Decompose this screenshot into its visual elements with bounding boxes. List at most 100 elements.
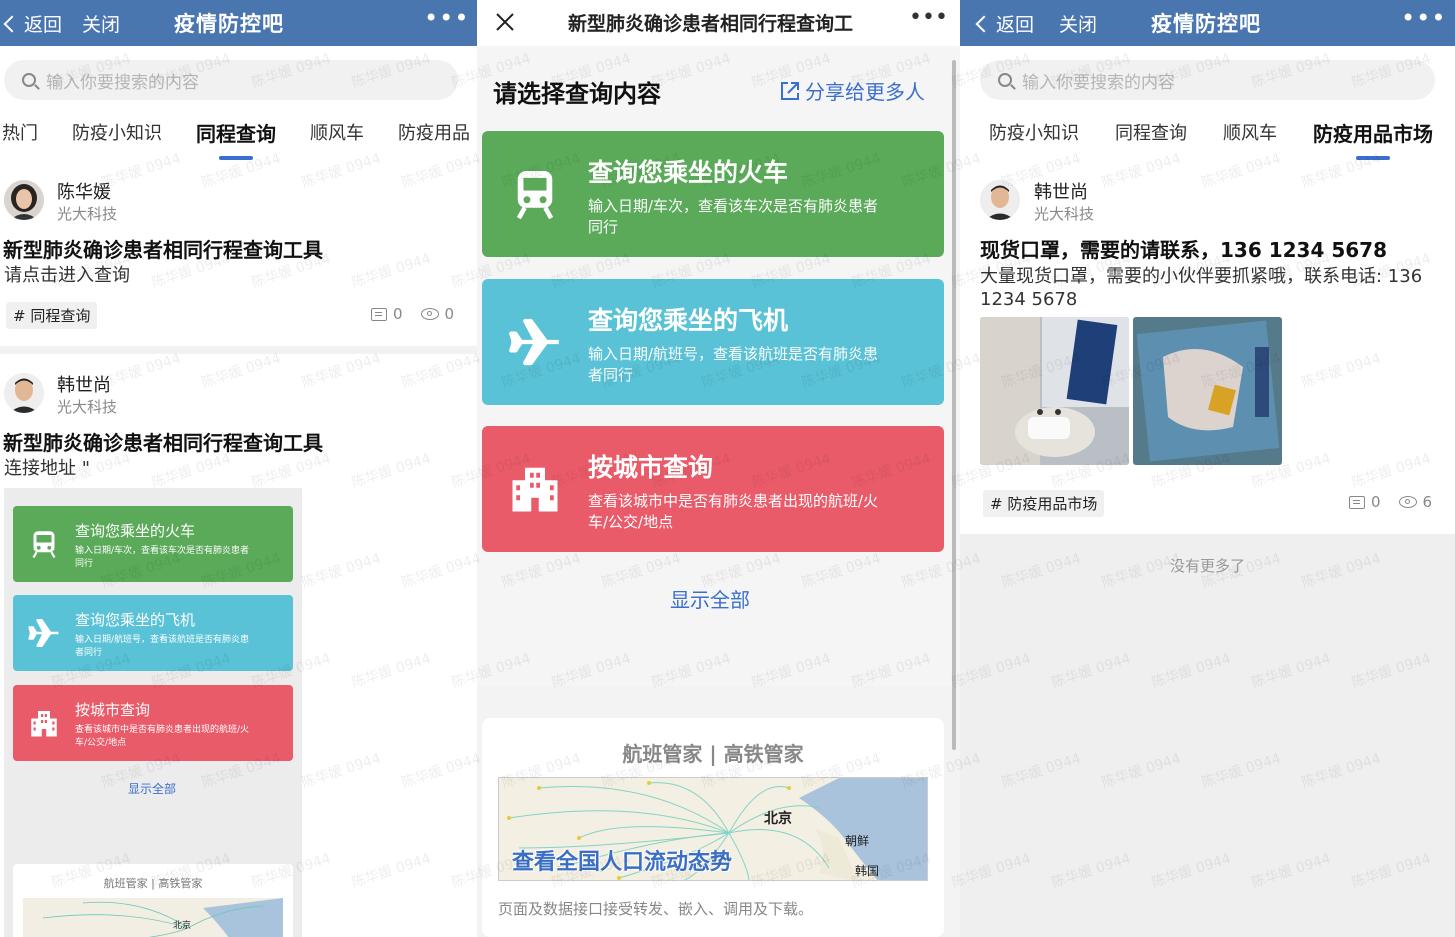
back-button[interactable]: 返回 (3, 10, 63, 37)
mini-banner: 航班管家 | 高铁管家 北京 (13, 864, 293, 937)
tab-itinerary[interactable]: 同程查询 (196, 118, 276, 160)
flow-map[interactable]: 北京 朝鲜 韩国 查看全国人口流动态势 (498, 777, 928, 881)
view-count: 0 (444, 305, 455, 323)
mini-show-all-link: 显示全部 (128, 782, 177, 796)
mini-card-city: 按城市查询查看该城市中是否有肺炎患者出现的航班/火车/公交/地点 (13, 685, 293, 761)
more-icon[interactable]: ••• (424, 4, 469, 32)
tab-supplies[interactable]: 防疫用品 (398, 119, 470, 145)
tab-knowledge[interactable]: 防疫小知识 (72, 119, 162, 145)
view-count: 6 (1422, 493, 1433, 511)
tab-itinerary[interactable]: 同程查询 (1115, 119, 1187, 145)
plane-icon (28, 619, 59, 647)
search-icon (22, 73, 36, 87)
post-title[interactable]: 现货口罩，需要的请联系，136 1234 5678 (980, 234, 1387, 263)
post-title[interactable]: 新型肺炎确诊患者相同行程查询工具 (3, 234, 323, 263)
post-company: 光大科技 (57, 205, 118, 223)
share-icon (781, 81, 799, 100)
chevron-left-icon (3, 15, 21, 32)
middle-panel: 新型肺炎确诊患者相同行程查询工 ••• 请选择查询内容 分享给更多人 查询您乘坐… (477, 0, 960, 937)
comment-count: 0 (1371, 493, 1381, 511)
tab-bar: 防疫小知识 同程查询 顺风车 防疫用品市场 (989, 118, 1433, 160)
mini-card-title: 按城市查询 (75, 701, 151, 719)
search-input[interactable]: 输入你要搜索的内容 (4, 60, 458, 100)
comment-icon[interactable] (1349, 495, 1365, 509)
mini-card-title: 查询您乘坐的飞机 (75, 611, 196, 629)
search-placeholder: 输入你要搜索的内容 (1022, 72, 1175, 93)
comment-count: 0 (393, 305, 403, 323)
post-body[interactable]: 请点击进入查询 (4, 264, 130, 287)
tab-rideshare[interactable]: 顺风车 (1223, 119, 1277, 145)
chevron-left-icon (975, 15, 993, 32)
back-button[interactable]: 返回 (975, 10, 1034, 37)
avatar[interactable] (4, 180, 44, 220)
building-icon (512, 467, 558, 512)
post-image[interactable] (1133, 317, 1282, 465)
map-caption: 查看全国人口流动态势 (512, 850, 733, 875)
train-icon (516, 171, 554, 220)
avatar[interactable] (980, 180, 1020, 220)
train-query-card[interactable]: 查询您乘坐的火车 输入日期/车次，查看该车次是否有肺炎患者同行 (482, 131, 944, 257)
mini-card-desc: 查看该城市中是否有肺炎患者出现的航班/火车/公交/地点 (75, 725, 250, 748)
more-icon[interactable]: ••• (1401, 4, 1446, 32)
tab-knowledge[interactable]: 防疫小知识 (989, 119, 1079, 145)
map-label-beijing: 北京 (764, 811, 792, 827)
post-author[interactable]: 韩世尚 (1034, 178, 1088, 204)
page-title: 新型肺炎确诊患者相同行程查询工 (568, 13, 854, 35)
mini-banner-title: 航班管家 | 高铁管家 (103, 877, 203, 890)
tab-hot[interactable]: 热门 (2, 119, 38, 145)
post-company: 光大科技 (57, 398, 118, 416)
tab-supplies-market[interactable]: 防疫用品市场 (1313, 118, 1433, 160)
post-author[interactable]: 韩世尚 (57, 371, 111, 397)
search-placeholder: 输入你要搜索的内容 (46, 72, 199, 93)
mini-card-title: 查询您乘坐的火车 (75, 522, 196, 540)
eye-icon (1398, 496, 1417, 508)
card-desc: 输入日期/车次，查看该车次是否有肺炎患者同行 (588, 197, 879, 236)
post-body[interactable]: 大量现货口罩，需要的小伙伴要抓紧哦，联系电话: 136 1234 5678 (980, 265, 1430, 311)
tab-rideshare[interactable]: 顺风车 (310, 119, 364, 145)
banner-card[interactable]: 航班管家 | 高铁管家 北京 朝鲜 韩国 查看全国人口流动态势 页面及数据接口接… (482, 718, 944, 937)
mini-map-label: 北京 (173, 921, 192, 931)
mini-card-train: 查询您乘坐的火车 输入日期/车次，查看该车次是否有肺炎患者同行 (13, 506, 293, 582)
card-desc: 查看该城市中是否有肺炎患者出现的航班/火车/公交/地点 (588, 492, 879, 531)
city-query-card[interactable]: 按城市查询查看该城市中是否有肺炎患者出现的航班/火车/公交/地点 (482, 426, 944, 552)
post-body[interactable]: 连接地址 " (4, 457, 90, 480)
mini-card-plane: 查询您乘坐的飞机输入日期/航班号，查看该航班是否有肺炎患者同行 (13, 595, 293, 671)
search-icon (998, 73, 1012, 87)
more-icon[interactable]: ••• (909, 5, 948, 30)
train-icon (32, 531, 56, 559)
card-title: 按城市查询 (588, 453, 714, 482)
embedded-screenshot[interactable]: 查询您乘坐的火车 输入日期/车次，查看该车次是否有肺炎患者同行 查询您乘坐的飞机输… (4, 488, 302, 937)
post-company: 光大科技 (1034, 205, 1095, 223)
map-label-korea-south: 韩国 (855, 864, 880, 878)
post-stats: 0 0 (371, 305, 454, 323)
right-topbar: 返回 关闭 疫情防控吧 ••• (960, 0, 1455, 46)
plane-query-card[interactable]: 查询您乘坐的飞机 输入日期/航班号，查看该航班是否有肺炎患者同行 (482, 279, 944, 405)
show-all-link[interactable]: 显示全部 (670, 584, 750, 613)
post-image[interactable] (980, 317, 1129, 465)
post-tag[interactable]: # 同程查询 (6, 302, 98, 329)
building-icon (31, 711, 57, 737)
mini-map: 北京 (23, 898, 283, 937)
search-input[interactable]: 输入你要搜索的内容 (980, 60, 1435, 100)
post-author[interactable]: 陈华媛 (57, 178, 111, 204)
page-title: 疫情防控吧 (1151, 12, 1261, 36)
comment-icon[interactable] (371, 307, 387, 321)
share-button[interactable]: 分享给更多人 (779, 76, 925, 105)
back-label: 返回 (24, 14, 63, 36)
tab-bar: 热门 防疫小知识 同程查询 顺风车 防疫用品 (2, 118, 470, 160)
map-label-korea-north: 朝鲜 (845, 834, 870, 848)
share-label: 分享给更多人 (805, 80, 925, 104)
mini-card-desc: 输入日期/航班号，查看该航班是否有肺炎患者同行 (75, 635, 250, 658)
close-icon[interactable] (495, 12, 515, 32)
no-more-text: 没有更多了 (1169, 557, 1245, 575)
plane-icon (509, 318, 559, 366)
close-button[interactable]: 关闭 (82, 10, 120, 37)
scrollbar[interactable] (952, 60, 956, 750)
post-title[interactable]: 新型肺炎确诊患者相同行程查询工具 (3, 427, 323, 456)
close-button[interactable]: 关闭 (1059, 10, 1097, 37)
avatar[interactable] (4, 373, 44, 413)
right-panel: 返回 关闭 疫情防控吧 ••• 输入你要搜索的内容 防疫小知识 同程查询 顺风车… (960, 0, 1455, 937)
post-tag[interactable]: # 防疫用品市场 (983, 490, 1105, 517)
card-title: 查询您乘坐的飞机 (588, 306, 789, 335)
eye-icon (420, 308, 439, 320)
